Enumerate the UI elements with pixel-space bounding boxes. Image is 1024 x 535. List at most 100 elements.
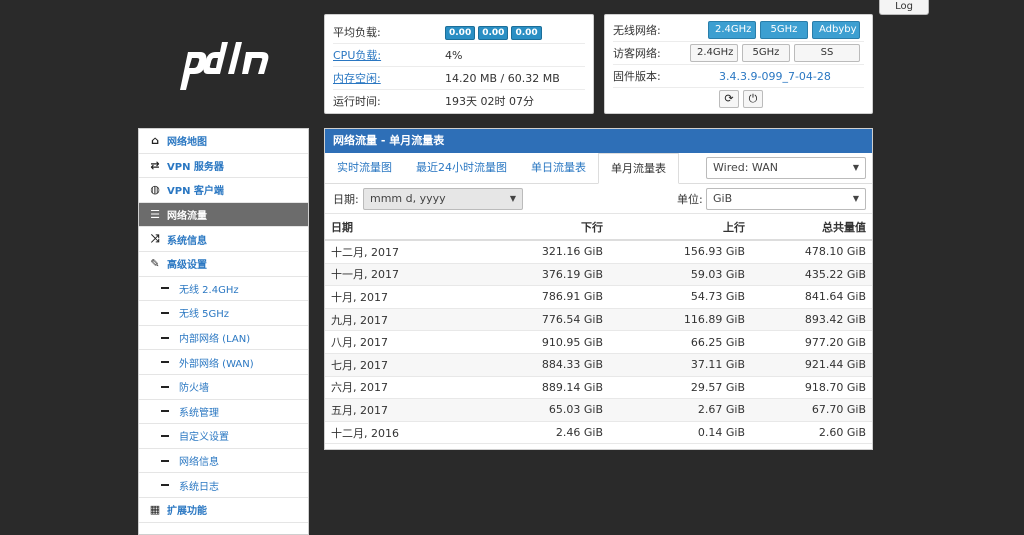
cell-upload: 29.57 GiB (609, 376, 751, 400)
tab-realtime[interactable]: 实时流量图 (325, 153, 404, 183)
cell-upload: 37.11 GiB (609, 353, 751, 377)
sidebar-subitem-label: 网络信息 (179, 457, 219, 469)
sidebar-subitem-wan[interactable]: 外部网络 (WAN) (139, 350, 308, 375)
retweet-icon: ⇄ (150, 158, 160, 172)
wifi-24ghz-button[interactable]: 2.4GHz (708, 21, 756, 39)
list-icon: ☰ (150, 208, 160, 222)
sidebar-subitem-wifi-24[interactable]: 无线 2.4GHz (139, 277, 308, 302)
cell-download: 786.91 GiB (467, 285, 609, 309)
cell-date: 五月, 2017 (325, 398, 467, 422)
cell-upload: 2.67 GiB (609, 398, 751, 422)
memory-link[interactable]: 内存空闲: (333, 70, 445, 86)
sidebar: ⌂ 网络地图 ⇄ VPN 服务器 ◍ VPN 客户端 ☰ 网络流量 ⤨ 系统信息 ✎ 高级设… (138, 128, 309, 535)
sidebar-subitem-wifi-5[interactable]: 无线 5GHz (139, 301, 308, 326)
chevron-down-icon: ▼ (852, 194, 859, 203)
sidebar-item-vpn-server[interactable]: ⇄ VPN 服务器 (139, 154, 308, 179)
system-status-panel: 平均负载: 0.00 0.00 0.00 CPU负载: 4% 内存空闲: 14.20… (324, 14, 594, 114)
load-row: 平均负载: 0.00 0.00 0.00 (333, 21, 585, 44)
chevron-down-icon: ▼ (852, 163, 859, 172)
load-label: 平均负载: (333, 26, 381, 39)
cell-download: 889.14 GiB (467, 376, 609, 400)
ss-button[interactable]: SS (794, 44, 860, 62)
cell-date: 七月, 2017 (325, 353, 467, 377)
unit-select-value: GiB (713, 192, 733, 205)
wifi-row: 无线网络: 2.4GHz 5GHz Adbyby (613, 19, 864, 42)
unit-select[interactable]: GiB ▼ (706, 188, 866, 210)
cell-upload: 59.03 GiB (609, 263, 751, 287)
cell-download: 884.33 GiB (467, 353, 609, 377)
cell-total: 67.70 GiB (751, 398, 872, 422)
sidebar-item-label: VPN 服务器 (167, 161, 224, 173)
date-format-select[interactable]: mmm d, yyyy ▼ (363, 188, 523, 210)
logo: pdn (178, 40, 274, 92)
sidebar-item-label: VPN 客户端 (167, 186, 224, 198)
table-row: 十一月, 2017 376.19 GiB 59.03 GiB 435.22 GiB (325, 263, 872, 287)
firmware-row: 固件版本: 3.4.3.9-099_7-04-28 (613, 65, 864, 88)
wifi-5ghz-button[interactable]: 5GHz (760, 21, 808, 39)
tab-last-24h[interactable]: 最近24小时流量图 (404, 153, 519, 183)
uptime-row: 运行时间: 193天 02时 07分 (333, 90, 585, 112)
traffic-tabs: 实时流量图 最近24小时流量图 单日流量表 单月流量表 Wired: WAN ▼ (325, 153, 872, 184)
table-row: 六月, 2017 889.14 GiB 29.57 GiB 918.70 GiB (325, 376, 872, 400)
load-values: 0.00 0.00 0.00 (445, 25, 545, 40)
guest-24ghz-button[interactable]: 2.4GHz (690, 44, 738, 62)
dash-icon (161, 410, 169, 413)
sidebar-subitem-admin[interactable]: 系统管理 (139, 400, 308, 425)
cell-total: 478.10 GiB (751, 240, 872, 264)
sidebar-subitem-custom[interactable]: 自定义设置 (139, 424, 308, 449)
power-button[interactable]: ⏻ (743, 90, 763, 108)
sidebar-subitem-syslog[interactable]: 系统日志 (139, 473, 308, 498)
wifi-label: 无线网络: (613, 24, 661, 37)
home-icon: ⌂ (151, 134, 159, 148)
sidebar-item-vpn-client[interactable]: ◍ VPN 客户端 (139, 178, 308, 203)
adbyby-button[interactable]: Adbyby (812, 21, 860, 39)
memory-row: 内存空闲: 14.20 MB / 60.32 MB (333, 67, 585, 90)
table-row: 八月, 2017 910.95 GiB 66.25 GiB 977.20 GiB (325, 330, 872, 354)
sidebar-item-label: 网络地图 (167, 137, 207, 149)
cell-download: 65.03 GiB (467, 398, 609, 422)
cell-total: 921.44 GiB (751, 353, 872, 377)
dash-icon (161, 336, 169, 339)
traffic-panel: 网络流量 - 单月流量表 实时流量图 最近24小时流量图 单日流量表 单月流量表… (324, 128, 873, 450)
sidebar-item-traffic[interactable]: ☰ 网络流量 (139, 202, 308, 228)
load-badge-2: 0.00 (478, 25, 509, 40)
logo-mark (180, 42, 269, 90)
interface-select[interactable]: Wired: WAN ▼ (706, 157, 866, 179)
logout-button[interactable]: Log (879, 0, 929, 15)
uptime-value: 193天 02时 07分 (445, 95, 534, 108)
sidebar-item-label: 系统信息 (167, 235, 207, 247)
dash-icon (161, 361, 169, 364)
sidebar-item-extensions[interactable]: ▦ 扩展功能 (139, 498, 308, 523)
firmware-link[interactable]: 3.4.3.9-099_7-04-28 (719, 70, 831, 83)
cell-total: 2.60 GiB (751, 421, 872, 445)
table-row: 十二月, 2016 2.46 GiB 0.14 GiB 2.60 GiB (325, 421, 872, 445)
cpu-link[interactable]: CPU负载: (333, 47, 445, 63)
sidebar-item-advanced[interactable]: ✎ 高级设置 (139, 252, 308, 277)
table-row: 九月, 2017 776.54 GiB 116.89 GiB 893.42 GiB (325, 308, 872, 332)
refresh-icon: ⟳ (724, 92, 734, 105)
cpu-value: 4% (445, 48, 463, 62)
cell-upload: 66.25 GiB (609, 330, 751, 354)
guest-5ghz-button[interactable]: 5GHz (742, 44, 790, 62)
sidebar-subitem-label: 系统管理 (179, 407, 219, 419)
tab-monthly[interactable]: 单月流量表 (598, 153, 679, 184)
tab-daily[interactable]: 单日流量表 (519, 153, 598, 183)
sidebar-subitem-firewall[interactable]: 防火墙 (139, 375, 308, 400)
dash-icon (161, 287, 169, 290)
cell-download: 2.46 GiB (467, 421, 609, 445)
cell-date: 十二月, 2016 (325, 421, 467, 445)
globe-icon: ◍ (150, 183, 160, 197)
date-format-value: mmm d, yyyy (370, 192, 446, 205)
sidebar-item-network-map[interactable]: ⌂ 网络地图 (139, 129, 308, 154)
sidebar-subitem-label: 防火墙 (179, 383, 209, 395)
date-label: 日期: (333, 193, 359, 206)
cell-upload: 0.14 GiB (609, 421, 751, 445)
col-total: 总共量值 (751, 214, 872, 241)
cell-date: 八月, 2017 (325, 330, 467, 354)
sidebar-subitem-lan[interactable]: 内部网络 (LAN) (139, 326, 308, 351)
refresh-button[interactable]: ⟳ (719, 90, 739, 108)
cell-total: 977.20 GiB (751, 330, 872, 354)
sidebar-subitem-netinfo[interactable]: 网络信息 (139, 449, 308, 474)
sidebar-item-system-info[interactable]: ⤨ 系统信息 (139, 227, 308, 252)
actions-row: ⟳ ⏻ (613, 88, 864, 110)
